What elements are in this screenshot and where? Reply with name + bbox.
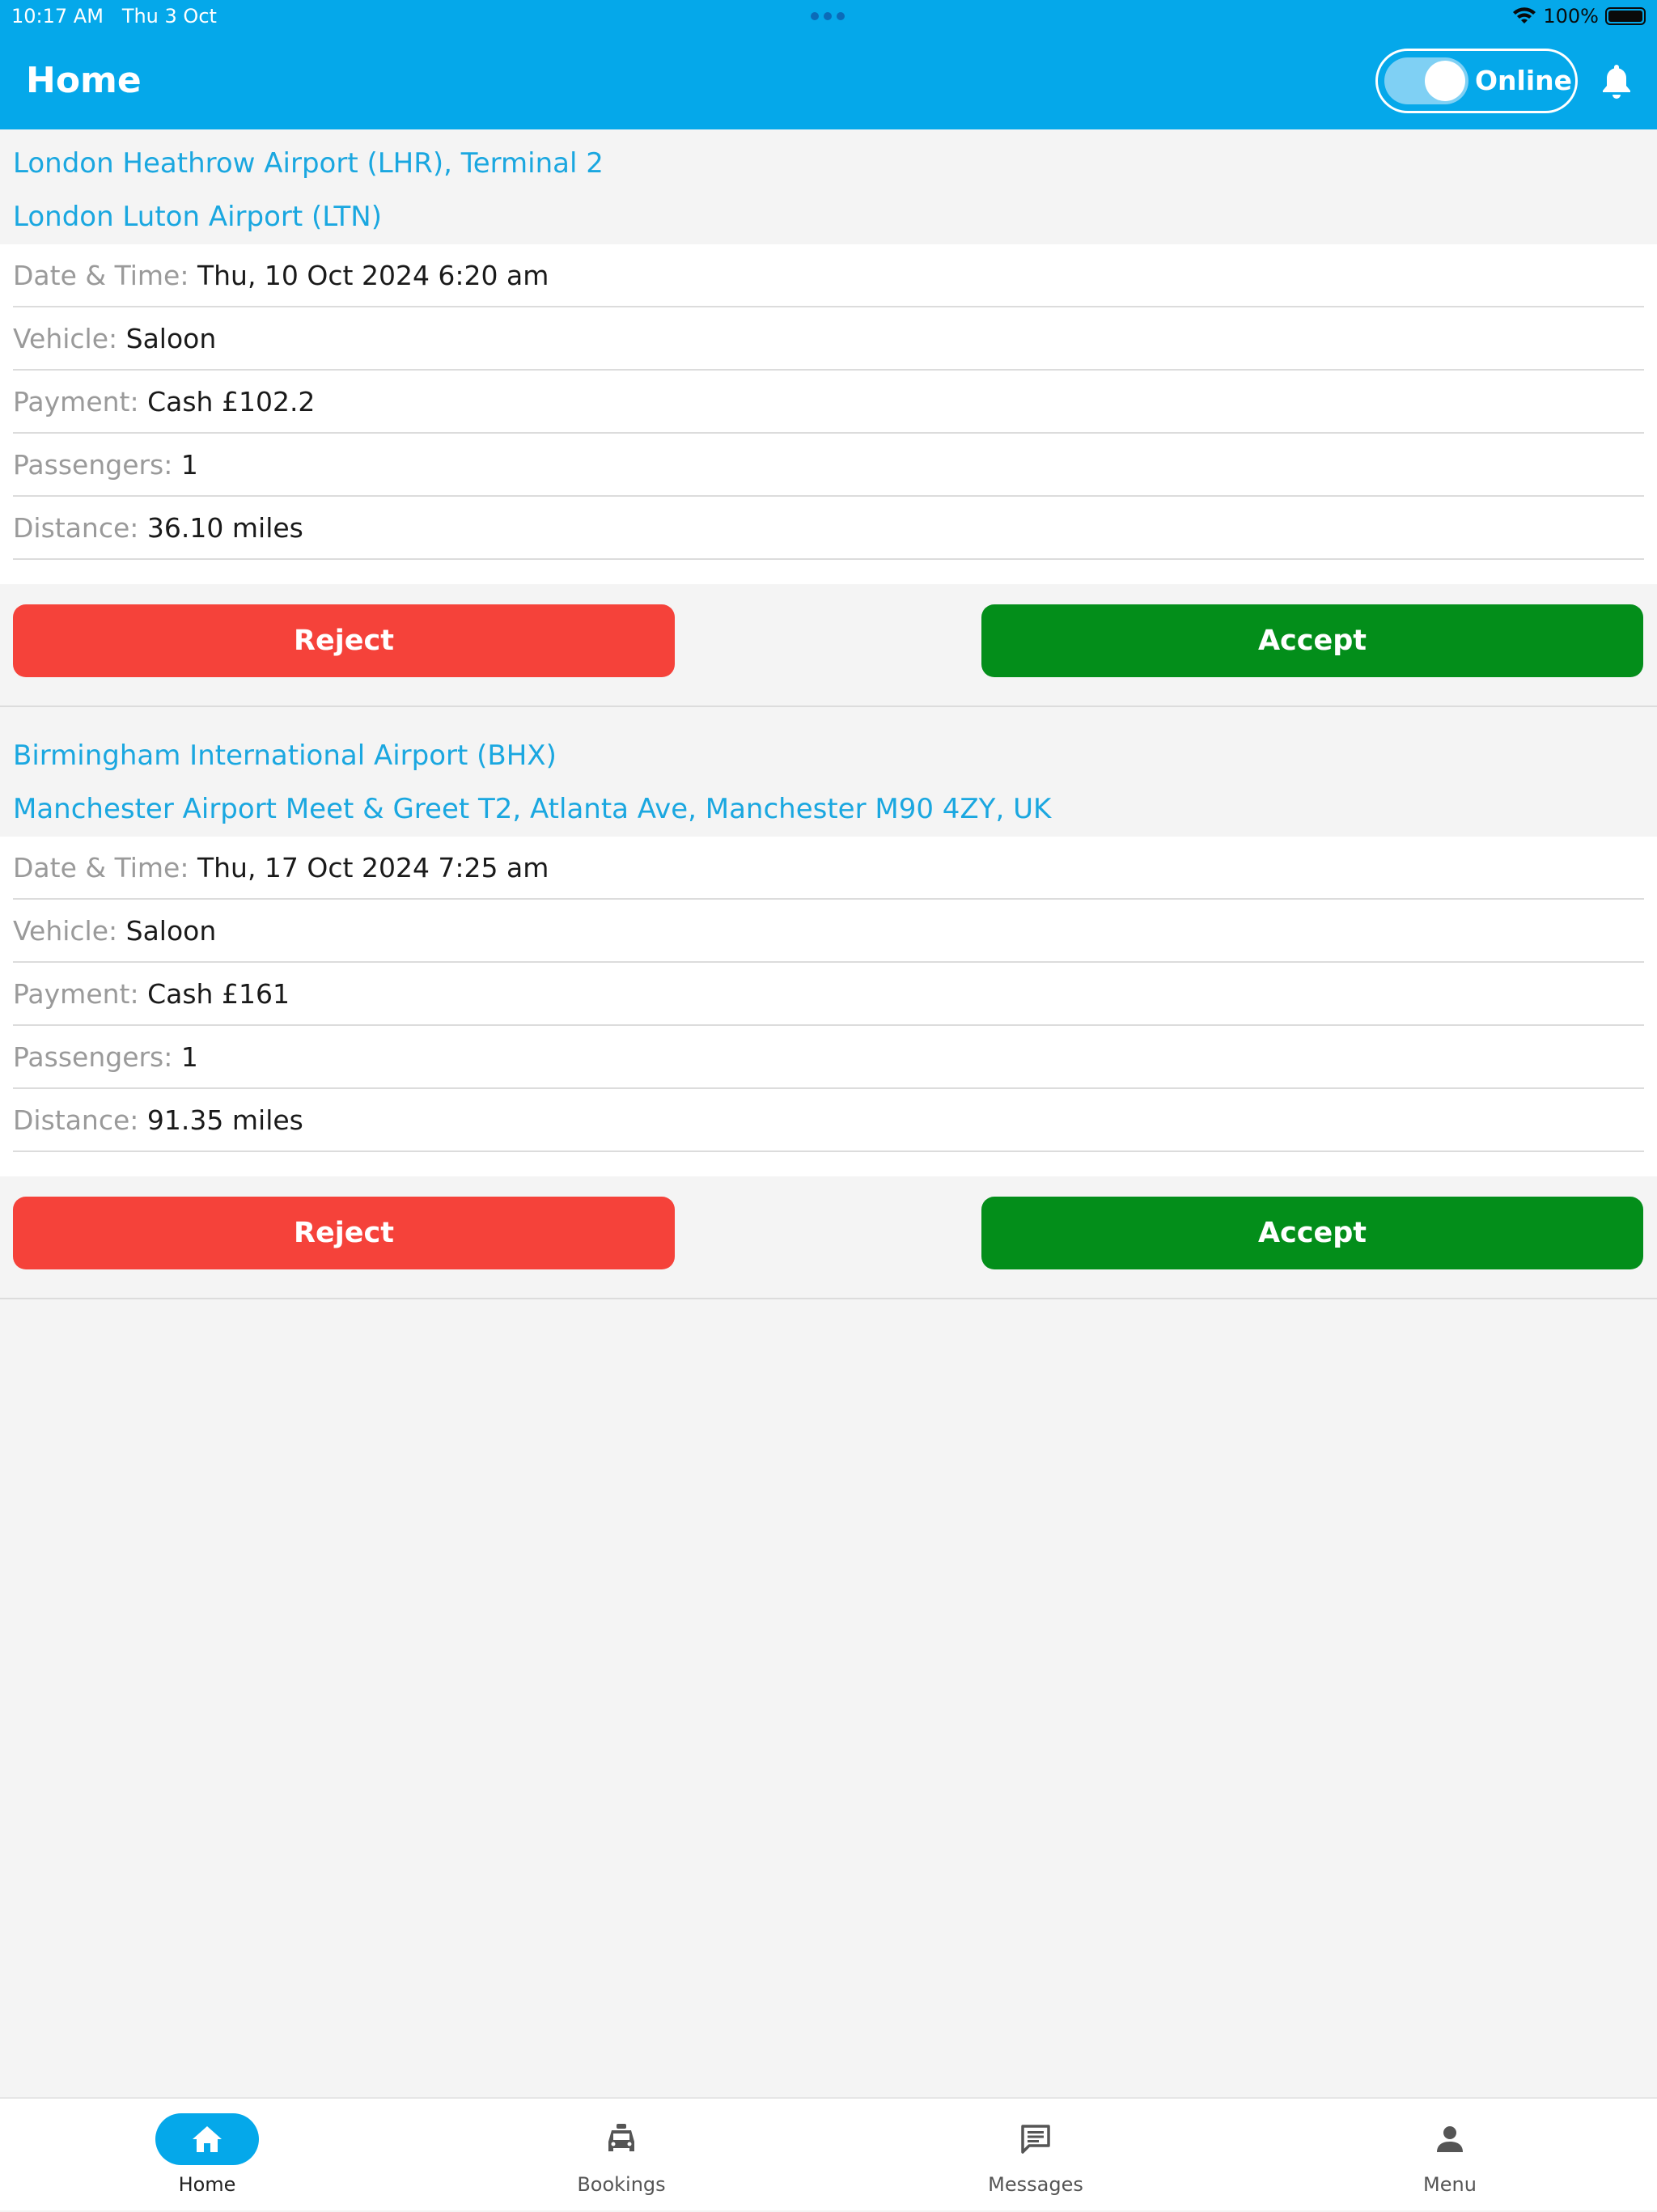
accept-button[interactable]: Accept <box>981 1197 1643 1269</box>
detail-passengers: Passengers: 1 <box>13 434 1644 497</box>
status-right: 100% <box>1512 0 1646 32</box>
card-divider <box>0 706 1657 707</box>
detail-vehicle: Vehicle: Saloon <box>13 307 1644 371</box>
pickup-address: Birmingham International Airport (BHX) <box>13 739 557 772</box>
home-icon <box>193 2126 222 2152</box>
booking-details: Date & Time: Thu, 10 Oct 2024 6:20 am Ve… <box>0 244 1657 584</box>
accept-button[interactable]: Accept <box>981 604 1643 677</box>
dropoff-address: London Luton Airport (LTN) <box>13 201 382 233</box>
detail-value: Cash £161 <box>147 978 290 1010</box>
multitasking-dots-icon[interactable] <box>811 0 845 32</box>
page-title: Home <box>26 60 142 101</box>
wifi-icon <box>1513 7 1536 23</box>
detail-value: 1 <box>180 449 198 481</box>
reject-button[interactable]: Reject <box>13 1197 675 1269</box>
status-time: 10:17 AM <box>11 5 104 28</box>
tab-label: Bookings <box>577 2173 666 2196</box>
detail-value: Thu, 17 Oct 2024 7:25 am <box>197 852 549 884</box>
booking-card: London Heathrow Airport (LHR), Terminal … <box>0 129 1657 720</box>
battery-percent: 100% <box>1543 5 1599 28</box>
online-toggle[interactable]: Online <box>1375 49 1578 113</box>
status-date: Thu 3 Oct <box>121 5 217 28</box>
detail-label: Payment: <box>13 978 139 1010</box>
detail-payment: Payment: Cash £161 <box>13 963 1644 1026</box>
tab-bookings-icon-wrap[interactable] <box>570 2113 673 2165</box>
dropoff-address: Manchester Airport Meet & Greet T2, Atla… <box>13 793 1052 825</box>
detail-datetime: Date & Time: Thu, 10 Oct 2024 6:20 am <box>13 244 1644 307</box>
detail-value: 91.35 miles <box>146 1104 303 1136</box>
tab-messages[interactable]: Messages <box>828 2099 1243 2212</box>
tab-messages-icon-wrap[interactable] <box>984 2113 1087 2165</box>
detail-label: Date & Time: <box>13 260 189 291</box>
bottom-tab-bar: Home Bookings Messages Menu <box>0 2097 1657 2210</box>
person-icon <box>1437 2126 1463 2152</box>
detail-payment: Payment: Cash £102.2 <box>13 371 1644 434</box>
booking-card: Birmingham International Airport (BHX) M… <box>0 722 1657 1312</box>
tab-label: Menu <box>1423 2173 1477 2196</box>
detail-label: Vehicle: <box>13 915 118 947</box>
detail-distance: Distance: 36.10 miles <box>13 497 1644 560</box>
tab-label: Home <box>178 2173 236 2196</box>
tab-home-icon-highlight[interactable] <box>155 2113 259 2165</box>
detail-passengers: Passengers: 1 <box>13 1026 1644 1089</box>
detail-value: Saloon <box>125 915 217 947</box>
detail-label: Payment: <box>13 386 139 417</box>
online-label: Online <box>1475 65 1573 96</box>
detail-label: Passengers: <box>13 1041 173 1073</box>
detail-label: Distance: <box>13 512 139 544</box>
detail-label: Distance: <box>13 1104 139 1136</box>
detail-label: Date & Time: <box>13 852 189 884</box>
detail-value: Cash £102.2 <box>147 386 316 417</box>
detail-vehicle: Vehicle: Saloon <box>13 900 1644 963</box>
detail-value: 36.10 miles <box>146 512 303 544</box>
status-bar: 10:17 AM Thu 3 Oct 100% <box>0 0 1657 32</box>
card-divider <box>0 1298 1657 1299</box>
detail-datetime: Date & Time: Thu, 17 Oct 2024 7:25 am <box>13 837 1644 900</box>
tab-label: Messages <box>988 2173 1083 2196</box>
booking-details: Date & Time: Thu, 17 Oct 2024 7:25 am Ve… <box>0 837 1657 1176</box>
detail-value: 1 <box>180 1041 198 1073</box>
tab-bookings[interactable]: Bookings <box>414 2099 828 2212</box>
tab-menu-icon-wrap[interactable] <box>1398 2113 1502 2165</box>
status-time-date: 10:17 AM Thu 3 Oct <box>11 0 217 32</box>
car-icon <box>608 2124 634 2151</box>
app-header: 10:17 AM Thu 3 Oct 100% Home Online <box>0 0 1657 129</box>
message-icon <box>1021 2125 1050 2154</box>
reject-button[interactable]: Reject <box>13 604 675 677</box>
tab-menu[interactable]: Menu <box>1243 2099 1657 2212</box>
bell-icon[interactable] <box>1600 63 1633 100</box>
tab-home[interactable]: Home <box>0 2099 414 2212</box>
toggle-knob[interactable] <box>1425 61 1465 101</box>
detail-label: Passengers: <box>13 449 173 481</box>
toggle-track[interactable] <box>1384 57 1468 104</box>
detail-distance: Distance: 91.35 miles <box>13 1089 1644 1152</box>
detail-label: Vehicle: <box>13 323 118 354</box>
detail-value: Thu, 10 Oct 2024 6:20 am <box>197 260 549 291</box>
battery-icon <box>1605 7 1646 25</box>
detail-value: Saloon <box>125 323 217 354</box>
pickup-address: London Heathrow Airport (LHR), Terminal … <box>13 147 604 180</box>
